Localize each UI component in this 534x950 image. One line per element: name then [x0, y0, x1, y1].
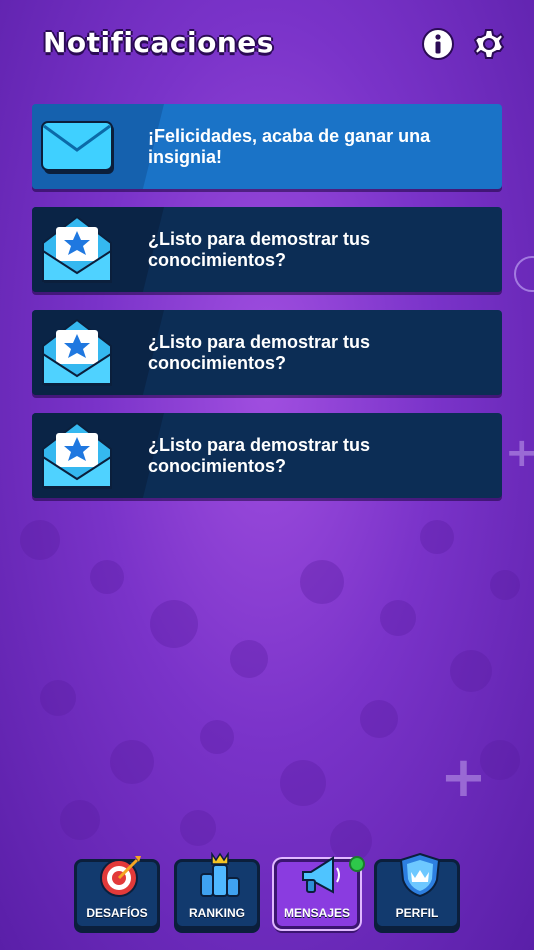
gear-icon: [473, 29, 505, 59]
nav-label: RANKING: [189, 906, 245, 920]
notification-item[interactable]: ¿Listo para demostrar tus conocimientos?: [32, 207, 502, 292]
page-title: Notificaciones: [43, 26, 274, 59]
info-button[interactable]: [421, 27, 455, 61]
notification-text: ¿Listo para demostrar tus conocimientos?: [148, 434, 371, 476]
notification-icon-zone: [32, 310, 164, 395]
settings-button[interactable]: [472, 27, 506, 61]
header: Notificaciones: [0, 0, 534, 90]
open-envelope-star-icon: [42, 421, 112, 489]
crown-podium-icon: [200, 852, 240, 897]
notification-icon-zone: [32, 104, 164, 189]
notification-icon-zone: [32, 207, 164, 292]
notification-item[interactable]: ¿Listo para demostrar tus conocimientos?: [32, 413, 502, 498]
closed-envelope-icon: [41, 121, 114, 174]
info-icon: [422, 28, 454, 60]
shield-crown-icon: [399, 852, 441, 898]
nav-ranking[interactable]: RANKING: [174, 852, 260, 929]
open-envelope-star-icon: [42, 215, 112, 283]
notification-icon-zone: [32, 413, 164, 498]
nav-mensajes[interactable]: MENSAJES: [274, 856, 365, 929]
nav-desafios[interactable]: DESAFÍOS: [74, 856, 160, 929]
new-message-badge: [349, 856, 365, 872]
notification-text: ¿Listo para demostrar tus conocimientos?: [148, 331, 371, 373]
nav-label: MENSAJES: [283, 906, 351, 920]
nav-label: DESAFÍOS: [86, 906, 148, 920]
notification-item[interactable]: ¿Listo para demostrar tus conocimientos?: [32, 310, 502, 395]
target-icon: [100, 856, 141, 897]
bottom-nav: DESAFÍOS RANKING MENSAJES PERFIL: [74, 852, 464, 931]
notification-text: ¿Listo para demostrar tus conocimientos?: [148, 228, 371, 270]
notification-text: ¡Felicidades, acaba de ganar una insigni…: [148, 125, 431, 167]
notification-item[interactable]: ¡Felicidades, acaba de ganar una insigni…: [32, 104, 502, 189]
open-envelope-star-icon: [42, 318, 112, 386]
megaphone-icon: [302, 856, 340, 894]
nav-label: PERFIL: [395, 906, 439, 920]
notification-list: ¡Felicidades, acaba de ganar una insigni…: [32, 104, 502, 516]
nav-perfil[interactable]: PERFIL: [374, 852, 460, 929]
